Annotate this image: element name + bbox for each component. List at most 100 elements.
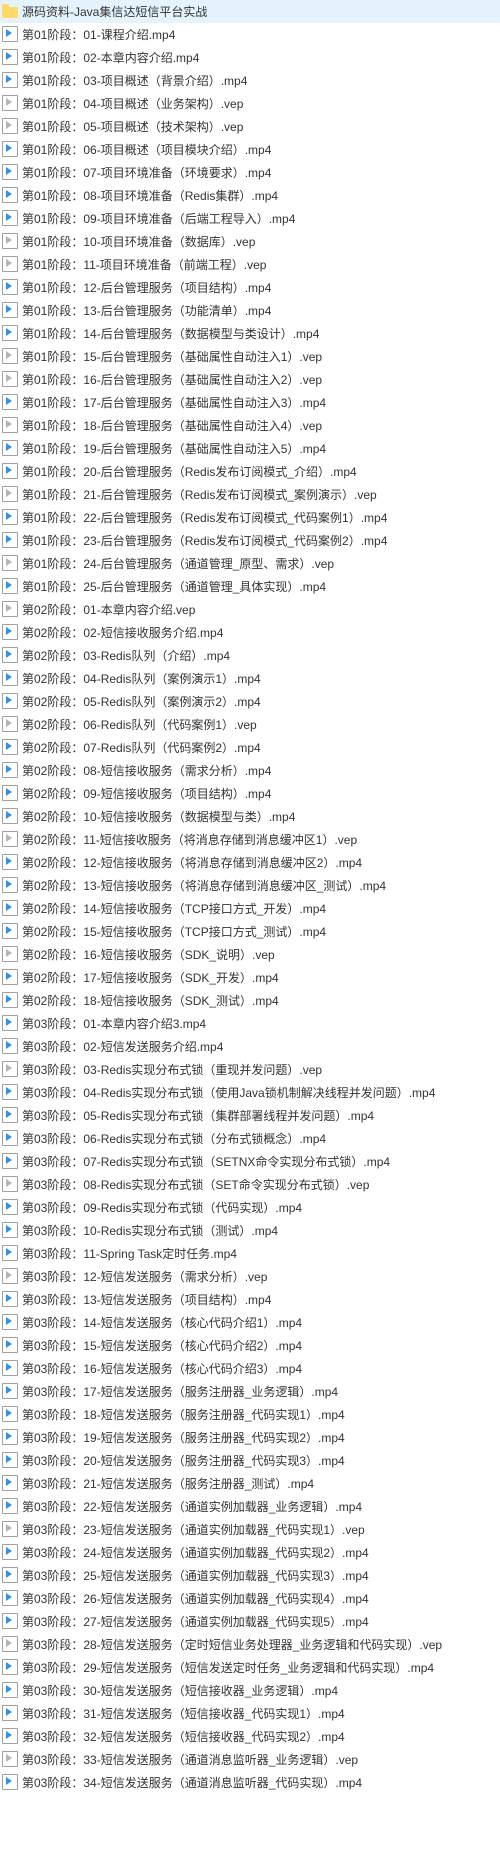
file-label: 第02阶段：06-Redis队列（代码案例1）.vep bbox=[22, 716, 257, 733]
file-row[interactable]: 第02阶段：02-短信接收服务介绍.mp4 bbox=[0, 621, 500, 644]
file-row[interactable]: 第02阶段：08-短信接收服务（需求分析）.mp4 bbox=[0, 759, 500, 782]
file-row[interactable]: 第03阶段：09-Redis实现分布式锁（代码实现）.mp4 bbox=[0, 1196, 500, 1219]
vep-file-icon bbox=[2, 371, 18, 387]
file-row[interactable]: 第01阶段：11-项目环境准备（前端工程）.vep bbox=[0, 253, 500, 276]
file-row[interactable]: 第01阶段：15-后台管理服务（基础属性自动注入1）.vep bbox=[0, 345, 500, 368]
file-label: 第01阶段：19-后台管理服务（基础属性自动注入5）.mp4 bbox=[22, 440, 326, 457]
file-row[interactable]: 第03阶段：16-短信发送服务（核心代码介绍3）.mp4 bbox=[0, 1357, 500, 1380]
file-row[interactable]: 第03阶段：23-短信发送服务（通道实例加载器_代码实现1）.vep bbox=[0, 1518, 500, 1541]
file-row[interactable]: 第02阶段：13-短信接收服务（将消息存储到消息缓冲区_测试）.mp4 bbox=[0, 874, 500, 897]
file-row[interactable]: 第01阶段：25-后台管理服务（通道管理_具体实现）.mp4 bbox=[0, 575, 500, 598]
file-row[interactable]: 第03阶段：19-短信发送服务（服务注册器_代码实现2）.mp4 bbox=[0, 1426, 500, 1449]
file-row[interactable]: 第03阶段：29-短信发送服务（短信发送定时任务_业务逻辑和代码实现）.mp4 bbox=[0, 1656, 500, 1679]
file-label: 第03阶段：12-短信发送服务（需求分析）.vep bbox=[22, 1268, 267, 1285]
video-file-icon bbox=[2, 1222, 18, 1238]
file-row[interactable]: 第01阶段：23-后台管理服务（Redis发布订阅模式_代码案例2）.mp4 bbox=[0, 529, 500, 552]
file-row[interactable]: 第03阶段：01-本章内容介绍3.mp4 bbox=[0, 1012, 500, 1035]
video-file-icon bbox=[2, 1498, 18, 1514]
video-file-icon bbox=[2, 26, 18, 42]
file-label: 第01阶段：21-后台管理服务（Redis发布订阅模式_案例演示）.vep bbox=[22, 486, 377, 503]
file-row[interactable]: 第03阶段：04-Redis实现分布式锁（使用Java锁机制解决线程并发问题）.… bbox=[0, 1081, 500, 1104]
video-file-icon bbox=[2, 1383, 18, 1399]
file-row[interactable]: 第01阶段：19-后台管理服务（基础属性自动注入5）.mp4 bbox=[0, 437, 500, 460]
file-row[interactable]: 第02阶段：09-短信接收服务（项目结构）.mp4 bbox=[0, 782, 500, 805]
file-label: 第01阶段：10-项目环境准备（数据库）.vep bbox=[22, 233, 255, 250]
file-row[interactable]: 第03阶段：14-短信发送服务（核心代码介绍1）.mp4 bbox=[0, 1311, 500, 1334]
file-row[interactable]: 第03阶段：25-短信发送服务（通道实例加载器_代码实现3）.mp4 bbox=[0, 1564, 500, 1587]
file-row[interactable]: 第01阶段：04-项目概述（业务架构）.vep bbox=[0, 92, 500, 115]
file-row[interactable]: 第03阶段：08-Redis实现分布式锁（SET命令实现分布式锁）.vep bbox=[0, 1173, 500, 1196]
file-row[interactable]: 第02阶段：15-短信接收服务（TCP接口方式_测试）.mp4 bbox=[0, 920, 500, 943]
file-row[interactable]: 第01阶段：14-后台管理服务（数据模型与类设计）.mp4 bbox=[0, 322, 500, 345]
file-row[interactable]: 第02阶段：06-Redis队列（代码案例1）.vep bbox=[0, 713, 500, 736]
file-row[interactable]: 第03阶段：18-短信发送服务（服务注册器_代码实现1）.mp4 bbox=[0, 1403, 500, 1426]
file-row[interactable]: 第02阶段：17-短信接收服务（SDK_开发）.mp4 bbox=[0, 966, 500, 989]
file-row[interactable]: 第03阶段：31-短信发送服务（短信接收器_代码实现1）.mp4 bbox=[0, 1702, 500, 1725]
file-row[interactable]: 第02阶段：11-短信接收服务（将消息存储到消息缓冲区1）.vep bbox=[0, 828, 500, 851]
file-row[interactable]: 第03阶段：15-短信发送服务（核心代码介绍2）.mp4 bbox=[0, 1334, 500, 1357]
file-label: 第03阶段：16-短信发送服务（核心代码介绍3）.mp4 bbox=[22, 1360, 302, 1377]
file-row[interactable]: 第01阶段：12-后台管理服务（项目结构）.mp4 bbox=[0, 276, 500, 299]
file-row[interactable]: 第03阶段：06-Redis实现分布式锁（分布式锁概念）.mp4 bbox=[0, 1127, 500, 1150]
file-row[interactable]: 第03阶段：17-短信发送服务（服务注册器_业务逻辑）.mp4 bbox=[0, 1380, 500, 1403]
file-row[interactable]: 第01阶段：21-后台管理服务（Redis发布订阅模式_案例演示）.vep bbox=[0, 483, 500, 506]
file-row[interactable]: 第02阶段：14-短信接收服务（TCP接口方式_开发）.mp4 bbox=[0, 897, 500, 920]
file-row[interactable]: 第01阶段：22-后台管理服务（Redis发布订阅模式_代码案例1）.mp4 bbox=[0, 506, 500, 529]
file-row[interactable]: 第03阶段：13-短信发送服务（项目结构）.mp4 bbox=[0, 1288, 500, 1311]
file-row[interactable]: 第01阶段：01-课程介绍.mp4 bbox=[0, 23, 500, 46]
file-row[interactable]: 第03阶段：33-短信发送服务（通道消息监听器_业务逻辑）.vep bbox=[0, 1748, 500, 1771]
video-file-icon bbox=[2, 1015, 18, 1031]
folder-row[interactable]: 源码资料-Java集信达短信平台实战 bbox=[0, 0, 500, 23]
file-row[interactable]: 第02阶段：01-本章内容介绍.vep bbox=[0, 598, 500, 621]
file-row[interactable]: 第03阶段：28-短信发送服务（定时短信业务处理器_业务逻辑和代码实现）.vep bbox=[0, 1633, 500, 1656]
video-file-icon bbox=[2, 279, 18, 295]
file-row[interactable]: 第01阶段：06-项目概述（项目模块介绍）.mp4 bbox=[0, 138, 500, 161]
file-row[interactable]: 第02阶段：12-短信接收服务（将消息存储到消息缓冲区2）.mp4 bbox=[0, 851, 500, 874]
file-row[interactable]: 第03阶段：10-Redis实现分布式锁（测试）.mp4 bbox=[0, 1219, 500, 1242]
file-row[interactable]: 第01阶段：02-本章内容介绍.mp4 bbox=[0, 46, 500, 69]
file-row[interactable]: 第03阶段：02-短信发送服务介绍.mp4 bbox=[0, 1035, 500, 1058]
file-row[interactable]: 第01阶段：10-项目环境准备（数据库）.vep bbox=[0, 230, 500, 253]
vep-file-icon bbox=[2, 118, 18, 134]
video-file-icon bbox=[2, 394, 18, 410]
file-row[interactable]: 第03阶段：07-Redis实现分布式锁（SETNX命令实现分布式锁）.mp4 bbox=[0, 1150, 500, 1173]
file-row[interactable]: 第01阶段：17-后台管理服务（基础属性自动注入3）.mp4 bbox=[0, 391, 500, 414]
file-row[interactable]: 第02阶段：05-Redis队列（案例演示2）.mp4 bbox=[0, 690, 500, 713]
file-row[interactable]: 第01阶段：03-项目概述（背景介绍）.mp4 bbox=[0, 69, 500, 92]
file-row[interactable]: 第03阶段：24-短信发送服务（通道实例加载器_代码实现2）.mp4 bbox=[0, 1541, 500, 1564]
file-row[interactable]: 第03阶段：26-短信发送服务（通道实例加载器_代码实现4）.mp4 bbox=[0, 1587, 500, 1610]
file-row[interactable]: 第01阶段：09-项目环境准备（后端工程导入）.mp4 bbox=[0, 207, 500, 230]
file-label: 第01阶段：15-后台管理服务（基础属性自动注入1）.vep bbox=[22, 348, 322, 365]
file-row[interactable]: 第02阶段：04-Redis队列（案例演示1）.mp4 bbox=[0, 667, 500, 690]
file-row[interactable]: 第03阶段：30-短信发送服务（短信接收器_业务逻辑）.mp4 bbox=[0, 1679, 500, 1702]
file-row[interactable]: 第02阶段：07-Redis队列（代码案例2）.mp4 bbox=[0, 736, 500, 759]
file-row[interactable]: 第02阶段：10-短信接收服务（数据模型与类）.mp4 bbox=[0, 805, 500, 828]
file-row[interactable]: 第02阶段：16-短信接收服务（SDK_说明）.vep bbox=[0, 943, 500, 966]
file-row[interactable]: 第01阶段：08-项目环境准备（Redis集群）.mp4 bbox=[0, 184, 500, 207]
file-row[interactable]: 第03阶段：11-Spring Task定时任务.mp4 bbox=[0, 1242, 500, 1265]
file-row[interactable]: 第01阶段：05-项目概述（技术架构）.vep bbox=[0, 115, 500, 138]
video-file-icon bbox=[2, 164, 18, 180]
file-row[interactable]: 第03阶段：21-短信发送服务（服务注册器_测试）.mp4 bbox=[0, 1472, 500, 1495]
file-row[interactable]: 第01阶段：13-后台管理服务（功能清单）.mp4 bbox=[0, 299, 500, 322]
file-row[interactable]: 第03阶段：32-短信发送服务（短信接收器_代码实现2）.mp4 bbox=[0, 1725, 500, 1748]
file-row[interactable]: 第01阶段：07-项目环境准备（环境要求）.mp4 bbox=[0, 161, 500, 184]
file-row[interactable]: 第01阶段：20-后台管理服务（Redis发布订阅模式_介绍）.mp4 bbox=[0, 460, 500, 483]
video-file-icon bbox=[2, 785, 18, 801]
file-row[interactable]: 第03阶段：12-短信发送服务（需求分析）.vep bbox=[0, 1265, 500, 1288]
file-row[interactable]: 第02阶段：03-Redis队列（介绍）.mp4 bbox=[0, 644, 500, 667]
video-file-icon bbox=[2, 1590, 18, 1606]
video-file-icon bbox=[2, 739, 18, 755]
file-row[interactable]: 第03阶段：27-短信发送服务（通道实例加载器_代码实现5）.mp4 bbox=[0, 1610, 500, 1633]
vep-file-icon bbox=[2, 486, 18, 502]
file-row[interactable]: 第03阶段：22-短信发送服务（通道实例加载器_业务逻辑）.mp4 bbox=[0, 1495, 500, 1518]
vep-file-icon bbox=[2, 1636, 18, 1652]
file-row[interactable]: 第03阶段：05-Redis实现分布式锁（集群部署线程并发问题）.mp4 bbox=[0, 1104, 500, 1127]
file-row[interactable]: 第01阶段：24-后台管理服务（通道管理_原型、需求）.vep bbox=[0, 552, 500, 575]
file-row[interactable]: 第03阶段：34-短信发送服务（通道消息监听器_代码实现）.mp4 bbox=[0, 1771, 500, 1794]
file-row[interactable]: 第01阶段：18-后台管理服务（基础属性自动注入4）.vep bbox=[0, 414, 500, 437]
file-row[interactable]: 第03阶段：20-短信发送服务（服务注册器_代码实现3）.mp4 bbox=[0, 1449, 500, 1472]
file-row[interactable]: 第03阶段：03-Redis实现分布式锁（重现并发问题）.vep bbox=[0, 1058, 500, 1081]
file-row[interactable]: 第02阶段：18-短信接收服务（SDK_测试）.mp4 bbox=[0, 989, 500, 1012]
file-row[interactable]: 第01阶段：16-后台管理服务（基础属性自动注入2）.vep bbox=[0, 368, 500, 391]
